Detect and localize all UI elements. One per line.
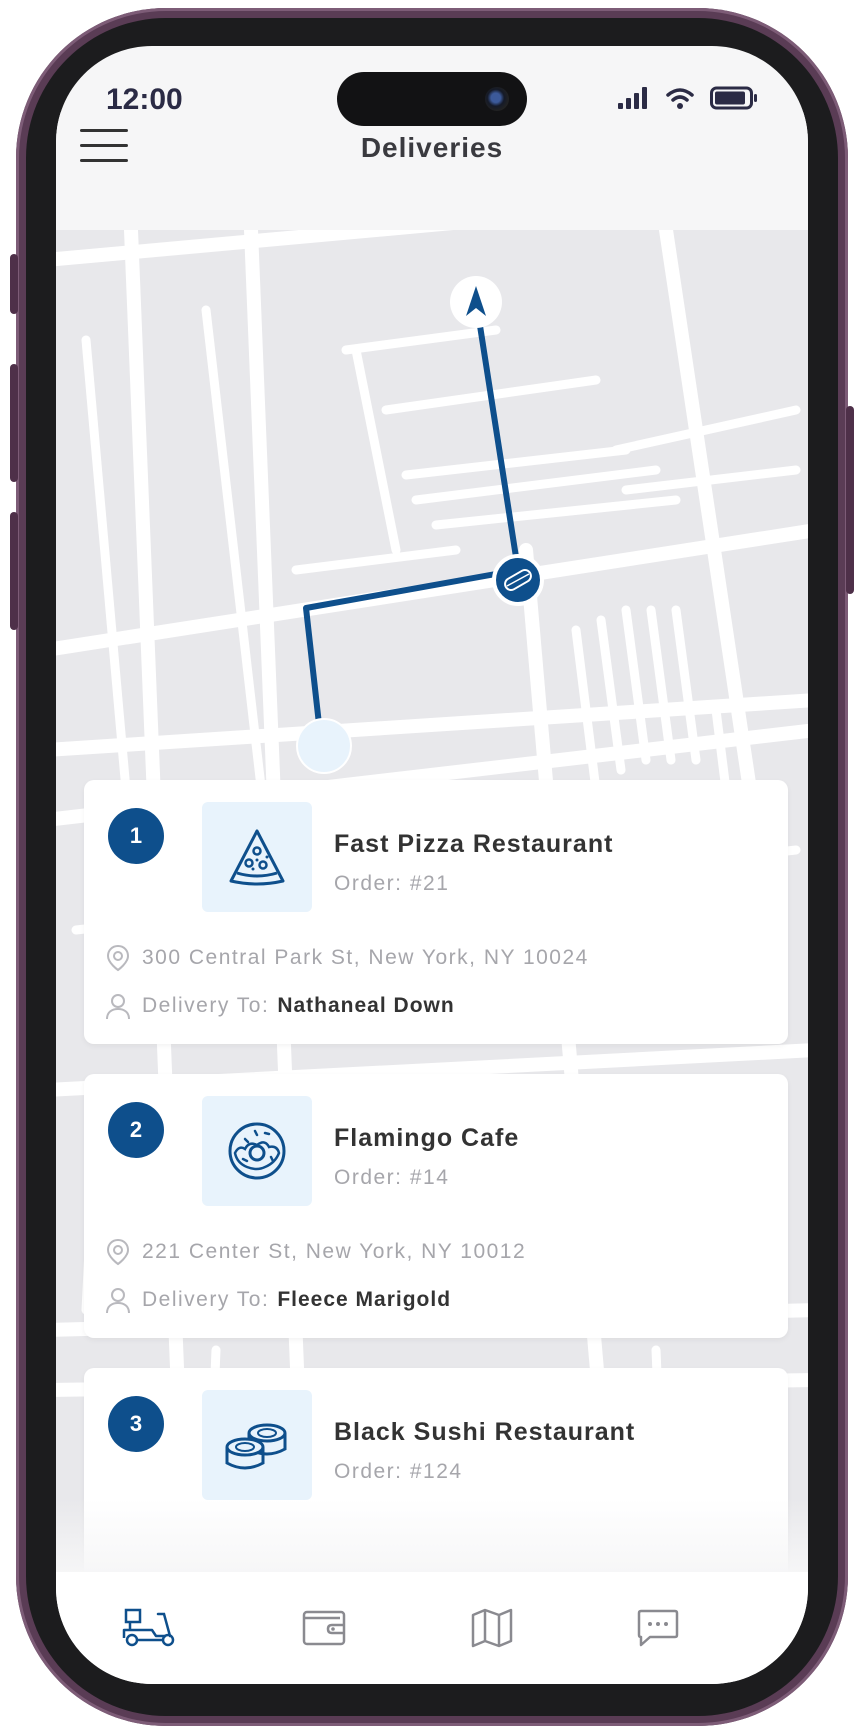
wallet-icon bbox=[302, 1610, 346, 1646]
map-road bbox=[291, 545, 461, 575]
delivery-card-1[interactable]: 1 Fast Pizza Restaurant Order: #21 300 C… bbox=[84, 780, 788, 1044]
tab-messages[interactable] bbox=[628, 1598, 688, 1658]
map-road bbox=[56, 230, 454, 267]
restaurant-name: Fast Pizza Restaurant bbox=[334, 830, 614, 858]
status-time: 12:00 bbox=[106, 83, 183, 116]
customer-name: Nathaneal Down bbox=[277, 994, 455, 1017]
map-road bbox=[671, 605, 701, 765]
delivery-to-label: Delivery To: bbox=[142, 1288, 270, 1311]
donut-icon bbox=[228, 1122, 286, 1180]
map-road bbox=[411, 465, 661, 505]
delivery-address: 300 Central Park St, New York, NY 10024 bbox=[142, 946, 589, 969]
battery-icon bbox=[710, 86, 757, 110]
order-number: Order: #14 bbox=[334, 1166, 450, 1189]
delivery-number-badge: 2 bbox=[108, 1102, 164, 1158]
dynamic-island bbox=[337, 72, 527, 126]
volume-down-button bbox=[10, 512, 18, 630]
delivery-address: 221 Center St, New York, NY 10012 bbox=[142, 1240, 527, 1263]
chat-icon bbox=[637, 1609, 679, 1647]
map-road bbox=[621, 605, 651, 765]
map-road bbox=[351, 345, 401, 555]
delivery-number-badge: 3 bbox=[108, 1396, 164, 1452]
camera-icon bbox=[485, 87, 509, 111]
scooter-icon bbox=[122, 1608, 175, 1647]
map-road bbox=[401, 445, 631, 480]
bottom-tab-bar bbox=[56, 1572, 808, 1684]
map-road bbox=[81, 335, 131, 795]
restaurant-thumbnail bbox=[202, 1096, 312, 1206]
tab-map[interactable] bbox=[462, 1598, 522, 1658]
list-fade bbox=[56, 1498, 808, 1574]
hotdog-icon bbox=[492, 554, 544, 606]
cellular-signal-icon bbox=[618, 87, 647, 109]
sushi-icon bbox=[225, 1423, 287, 1470]
address-row: 300 Central Park St, New York, NY 10024 bbox=[104, 944, 589, 972]
map-road bbox=[646, 605, 676, 765]
delivery-to-label: Delivery To: bbox=[142, 994, 270, 1017]
customer-name: Fleece Marigold bbox=[277, 1288, 452, 1311]
destination-marker bbox=[296, 718, 352, 774]
location-pin-icon bbox=[106, 944, 130, 972]
map-icon bbox=[471, 1608, 513, 1648]
recipient-row: Delivery To: Fleece Marigold bbox=[104, 1286, 451, 1314]
delivery-card-2[interactable]: 2 Flamingo Cafe Order: #14 221 Center St… bbox=[84, 1074, 788, 1338]
action-button bbox=[10, 254, 18, 314]
person-icon bbox=[106, 994, 130, 1020]
navigation-arrow-icon bbox=[450, 276, 502, 328]
map-road bbox=[311, 575, 511, 615]
location-pin-icon bbox=[106, 1238, 130, 1266]
tab-wallet[interactable] bbox=[294, 1598, 354, 1658]
map-road bbox=[341, 325, 501, 355]
wifi-icon bbox=[666, 88, 694, 109]
volume-up-button bbox=[10, 364, 18, 482]
tab-deliveries[interactable] bbox=[120, 1598, 180, 1658]
restaurant-thumbnail bbox=[202, 802, 312, 912]
address-row: 221 Center St, New York, NY 10012 bbox=[104, 1238, 526, 1266]
restaurant-name: Flamingo Cafe bbox=[334, 1124, 520, 1152]
app-screen: 12:00 Deliveries 1 Fast Pizza Restaurant… bbox=[56, 46, 808, 1684]
delivery-number-badge: 1 bbox=[108, 808, 164, 864]
restaurant-name: Black Sushi Restaurant bbox=[334, 1418, 636, 1446]
pizza-icon bbox=[229, 829, 285, 886]
restaurant-thumbnail bbox=[202, 1390, 312, 1500]
power-button bbox=[846, 406, 854, 594]
order-number: Order: #21 bbox=[334, 872, 450, 895]
order-number: Order: #124 bbox=[334, 1460, 463, 1483]
map-road bbox=[431, 495, 681, 530]
recipient-row: Delivery To: Nathaneal Down bbox=[104, 992, 455, 1020]
map-road bbox=[611, 405, 801, 455]
person-icon bbox=[106, 1288, 130, 1314]
